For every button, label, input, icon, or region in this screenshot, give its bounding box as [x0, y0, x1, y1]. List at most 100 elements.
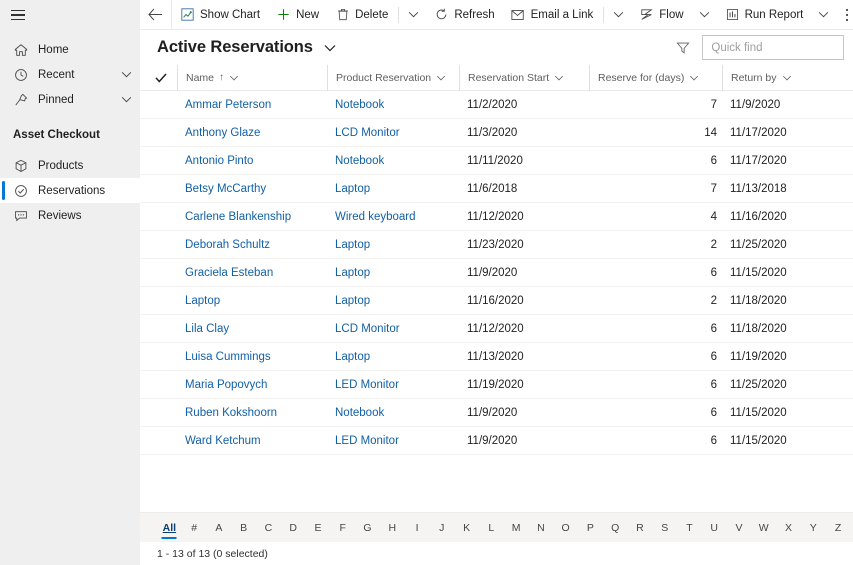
column-header-product-reservation[interactable]: Product Reservation	[327, 65, 459, 91]
table-row[interactable]: Betsy McCarthy Laptop 11/6/2018 7 11/13/2018	[140, 175, 853, 203]
alpha-filter-n[interactable]: N	[528, 521, 553, 535]
chevron-down-icon[interactable]	[118, 71, 134, 78]
chevron-down-icon[interactable]	[782, 75, 792, 81]
table-row[interactable]: Carlene Blankenship Wired keyboard 11/12/2…	[140, 203, 853, 231]
table-row[interactable]: Laptop Laptop 11/16/2020 2 11/18/2020	[140, 287, 853, 315]
table-row[interactable]: Ammar Peterson Notebook 11/2/2020 7 11/9/202…	[140, 91, 853, 119]
new-button[interactable]: New	[268, 0, 327, 30]
record-link[interactable]: Ruben Kokshoorn	[185, 407, 277, 419]
delete-overflow-chevron-down-icon[interactable]	[401, 0, 426, 30]
table-row[interactable]: Ruben Kokshoorn Notebook 11/9/2020 6 11/15/2…	[140, 399, 853, 427]
sidebar-item-products[interactable]: Products	[0, 153, 140, 178]
column-header-reservation-start[interactable]: Reservation Start	[459, 65, 589, 91]
more-commands-icon[interactable]	[836, 0, 853, 30]
alpha-filter-p[interactable]: P	[578, 521, 603, 535]
alpha-filter-h[interactable]: H	[380, 521, 405, 535]
record-link[interactable]: Laptop	[185, 295, 220, 307]
email-overflow-chevron-down-icon[interactable]	[606, 0, 631, 30]
alpha-filter-y[interactable]: Y	[801, 521, 826, 535]
alpha-filter-z[interactable]: Z	[826, 521, 851, 535]
alpha-filter-s[interactable]: S	[652, 521, 677, 535]
chevron-down-icon[interactable]	[229, 75, 239, 81]
refresh-button[interactable]: Refresh	[426, 0, 502, 30]
product-link[interactable]: Laptop	[335, 239, 370, 251]
record-link[interactable]: Luisa Cummings	[185, 351, 271, 363]
product-link[interactable]: Wired keyboard	[335, 211, 416, 223]
alpha-filter-e[interactable]: E	[306, 521, 331, 535]
record-link[interactable]: Carlene Blankenship	[185, 211, 291, 223]
alpha-filter-a[interactable]: A	[207, 521, 232, 535]
product-link[interactable]: LCD Monitor	[335, 323, 400, 335]
show-chart-button[interactable]: Show Chart	[172, 0, 268, 30]
alpha-filter-i[interactable]: I	[405, 521, 430, 535]
table-row[interactable]: Luisa Cummings Laptop 11/13/2020 6 11/19/202…	[140, 343, 853, 371]
alpha-filter-c[interactable]: C	[256, 521, 281, 535]
alpha-filter-v[interactable]: V	[727, 521, 752, 535]
table-row[interactable]: Graciela Esteban Laptop 11/9/2020 6 11/15/20…	[140, 259, 853, 287]
sidebar-item-recent[interactable]: Recent	[0, 62, 140, 87]
table-row[interactable]: Anthony Glaze LCD Monitor 11/3/2020 14 11/17…	[140, 119, 853, 147]
sidebar-item-pinned[interactable]: Pinned	[0, 87, 140, 112]
run-report-button[interactable]: Run Report	[717, 0, 812, 30]
chevron-down-icon[interactable]	[118, 96, 134, 103]
alpha-filter-hash[interactable]: #	[182, 521, 207, 535]
flow-button[interactable]: Flow	[631, 0, 691, 30]
record-link[interactable]: Deborah Schultz	[185, 239, 270, 251]
email-a-link-button[interactable]: Email a Link	[503, 0, 602, 30]
sidebar-item-reservations[interactable]: Reservations	[0, 178, 140, 203]
record-link[interactable]: Ammar Peterson	[185, 99, 271, 111]
table-row[interactable]: Deborah Schultz Laptop 11/23/2020 2 11/25/20…	[140, 231, 853, 259]
product-link[interactable]: Laptop	[335, 295, 370, 307]
chevron-down-icon[interactable]	[689, 75, 699, 81]
search-box[interactable]	[702, 35, 853, 60]
sidebar-item-reviews[interactable]: Reviews	[0, 203, 140, 228]
product-link[interactable]: Laptop	[335, 267, 370, 279]
record-link[interactable]: Lila Clay	[185, 323, 229, 335]
table-row[interactable]: Lila Clay LCD Monitor 11/12/2020 6 11/18/202…	[140, 315, 853, 343]
product-link[interactable]: LED Monitor	[335, 379, 399, 391]
product-link[interactable]: Notebook	[335, 99, 384, 111]
record-link[interactable]: Graciela Esteban	[185, 267, 273, 279]
column-header-return-by[interactable]: Return by	[722, 65, 853, 91]
back-arrow-icon[interactable]	[140, 0, 172, 30]
product-link[interactable]: Notebook	[335, 407, 384, 419]
select-all-checkbox[interactable]	[155, 73, 177, 83]
record-link[interactable]: Maria Popovych	[185, 379, 267, 391]
alpha-filter-b[interactable]: B	[231, 521, 256, 535]
alpha-filter-d[interactable]: D	[281, 521, 306, 535]
page-title[interactable]: Active Reservations	[157, 38, 336, 57]
column-header-reserve-for-days[interactable]: Reserve for (days)	[589, 65, 722, 91]
chevron-down-icon[interactable]	[436, 75, 446, 81]
product-link[interactable]: Notebook	[335, 155, 384, 167]
column-header-name[interactable]: Name ↑	[177, 65, 327, 91]
alpha-filter-q[interactable]: Q	[603, 521, 628, 535]
alpha-filter-m[interactable]: M	[504, 521, 529, 535]
alpha-filter-t[interactable]: T	[677, 521, 702, 535]
record-link[interactable]: Antonio Pinto	[185, 155, 253, 167]
record-link[interactable]: Betsy McCarthy	[185, 183, 266, 195]
chevron-down-icon[interactable]	[324, 44, 336, 52]
filter-icon[interactable]	[673, 38, 692, 57]
chevron-down-icon[interactable]	[554, 75, 564, 81]
product-link[interactable]: LCD Monitor	[335, 127, 400, 139]
alpha-filter-g[interactable]: G	[355, 521, 380, 535]
table-row[interactable]: Antonio Pinto Notebook 11/11/2020 6 11/17/20…	[140, 147, 853, 175]
product-link[interactable]: LED Monitor	[335, 435, 399, 447]
alpha-filter-k[interactable]: K	[454, 521, 479, 535]
search-input[interactable]	[711, 41, 853, 54]
product-link[interactable]: Laptop	[335, 183, 370, 195]
alpha-filter-l[interactable]: L	[479, 521, 504, 535]
alpha-filter-j[interactable]: J	[429, 521, 454, 535]
alpha-filter-u[interactable]: U	[702, 521, 727, 535]
run-report-chevron-down-icon[interactable]	[811, 0, 836, 30]
delete-button[interactable]: Delete	[327, 0, 396, 30]
hamburger-icon[interactable]	[11, 9, 25, 21]
alpha-filter-all[interactable]: All	[157, 521, 182, 535]
alpha-filter-r[interactable]: R	[628, 521, 653, 535]
sidebar-item-home[interactable]: Home	[0, 37, 140, 62]
alpha-filter-o[interactable]: O	[553, 521, 578, 535]
record-link[interactable]: Ward Ketchum	[185, 435, 261, 447]
product-link[interactable]: Laptop	[335, 351, 370, 363]
alpha-filter-w[interactable]: W	[751, 521, 776, 535]
table-row[interactable]: Ward Ketchum LED Monitor 11/9/2020 6 11/15/2…	[140, 427, 853, 455]
